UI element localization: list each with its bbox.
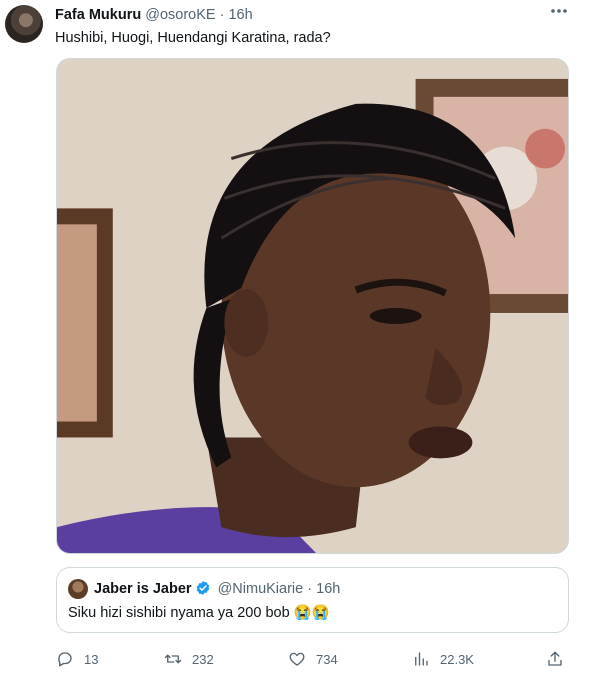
header-separator: ·	[219, 7, 225, 23]
tweet-actions: 13 232 734 22.3K	[56, 648, 576, 670]
retweet-count: 232	[192, 651, 214, 667]
quoted-header-separator: ·	[307, 581, 313, 597]
share-button[interactable]	[546, 648, 574, 670]
like-count: 734	[316, 651, 338, 667]
author-handle[interactable]: @osoroKE	[145, 7, 215, 23]
tweet-photo[interactable]	[56, 58, 569, 554]
retweet-button[interactable]: 232	[164, 648, 214, 670]
author-name[interactable]: Fafa Mukuru	[55, 7, 141, 23]
views-chart-icon	[415, 652, 428, 666]
more-options-icon[interactable]	[549, 2, 569, 23]
quoted-tweet-text: Siku hizi sishibi nyama ya 200 bob 😭😭	[68, 605, 330, 621]
quoted-author-name[interactable]: Jaber is Jaber	[94, 581, 192, 597]
author-avatar[interactable]	[5, 5, 43, 43]
tweet-header: Fafa Mukuru @osoroKE · 16h	[55, 6, 253, 24]
reply-button[interactable]: 13	[56, 648, 98, 670]
tweet-text: Hushibi, Huogi, Huendangi Karatina, rada…	[55, 30, 331, 46]
quoted-tweet[interactable]: Jaber is Jaber @NimuKiarie · 16h Siku hi…	[56, 567, 569, 633]
reply-count: 13	[84, 651, 99, 667]
heart-icon	[289, 652, 305, 666]
reply-icon	[58, 652, 72, 667]
views-button[interactable]: 22.3K	[412, 648, 474, 670]
quoted-tweet-header: Jaber is Jaber @NimuKiarie · 16h	[94, 580, 340, 598]
retweet-icon	[164, 654, 182, 664]
views-count: 22.3K	[440, 651, 474, 667]
tweet[interactable]: Fafa Mukuru @osoroKE · 16h Hushibi, Huog…	[0, 0, 595, 676]
photo-illustration	[57, 59, 568, 553]
like-button[interactable]: 734	[288, 648, 338, 670]
share-icon	[548, 651, 562, 666]
verified-badge-icon	[195, 580, 211, 596]
quoted-tweet-time[interactable]: 16h	[316, 581, 340, 597]
quoted-author-handle[interactable]: @NimuKiarie	[218, 581, 304, 597]
quoted-author-avatar[interactable]	[68, 579, 88, 599]
tweet-time[interactable]: 16h	[228, 7, 252, 23]
